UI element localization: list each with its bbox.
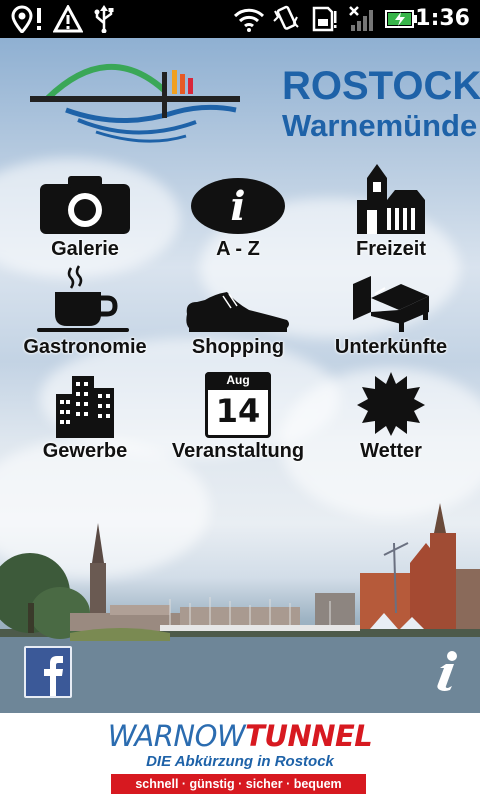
clock: 1:36 bbox=[415, 6, 470, 31]
svg-text:i: i bbox=[230, 183, 245, 230]
menu-item-unterkunfte[interactable]: Unterkünfte bbox=[316, 264, 466, 359]
sd-card-icon bbox=[309, 5, 339, 33]
rostock-skyline bbox=[0, 503, 480, 713]
facebook-icon bbox=[44, 656, 63, 696]
banner-slogan: schnell · günstig · sicher · bequem bbox=[111, 774, 366, 794]
menu-label: Unterkünfte bbox=[334, 336, 448, 358]
logo-title: ROSTOCK bbox=[282, 64, 480, 108]
vibrate-icon bbox=[270, 5, 302, 33]
menu-label: Veranstaltung bbox=[171, 440, 305, 462]
church-icon bbox=[357, 164, 425, 234]
camera-icon bbox=[40, 176, 130, 234]
buildings-icon bbox=[56, 376, 114, 438]
menu-item-a-z[interactable]: i A - Z bbox=[163, 172, 313, 261]
menu-item-shopping[interactable]: Shopping bbox=[163, 274, 313, 359]
calendar-month: Aug bbox=[226, 373, 250, 387]
menu-label: Gewerbe bbox=[42, 440, 128, 462]
info-button[interactable] bbox=[428, 650, 462, 692]
menu-label: Galerie bbox=[51, 238, 119, 260]
info-icon: i bbox=[191, 178, 285, 234]
banner-title-part1: WARNOW bbox=[107, 719, 246, 753]
rostock-logo: ROSTOCK Warnemünde bbox=[26, 50, 480, 150]
menu-label: Shopping bbox=[191, 336, 285, 358]
bed-icon bbox=[353, 276, 429, 332]
battery-charging-icon bbox=[383, 5, 419, 33]
banner-subtitle: DIE Abkürzung in Rostock bbox=[146, 753, 334, 770]
ad-banner[interactable]: WARNOWTUNNEL DIE Abkürzung in Rostock sc… bbox=[0, 713, 480, 800]
logo-graphic-icon bbox=[30, 63, 240, 143]
wifi-icon bbox=[232, 5, 266, 33]
menu-label: A - Z bbox=[216, 238, 260, 260]
menu-item-wetter[interactable]: Wetter bbox=[316, 370, 466, 463]
logo-subtitle: Warnemünde bbox=[282, 108, 478, 143]
info-icon bbox=[437, 651, 457, 691]
usb-icon bbox=[92, 5, 116, 33]
shoe-icon bbox=[186, 292, 289, 332]
menu-item-veranstaltung[interactable]: Aug 14 Veranstaltung bbox=[163, 370, 313, 463]
calendar-icon: Aug 14 bbox=[205, 372, 271, 438]
facebook-button[interactable] bbox=[24, 646, 72, 698]
main-screen: ROSTOCK Warnemünde Galerie i A - Z Freiz… bbox=[0, 38, 480, 713]
menu-item-galerie[interactable]: Galerie bbox=[10, 172, 160, 261]
menu-label: Freizeit bbox=[355, 238, 427, 260]
sun-icon bbox=[357, 372, 425, 436]
menu-label: Wetter bbox=[360, 440, 422, 462]
location-pin-icon bbox=[10, 5, 46, 33]
coffee-cup-icon bbox=[37, 265, 129, 332]
menu-item-gewerbe[interactable]: Gewerbe bbox=[10, 372, 160, 463]
banner-title-part2: TUNNEL bbox=[245, 719, 373, 753]
menu-item-gastronomie[interactable]: Gastronomie bbox=[10, 264, 160, 359]
warning-icon bbox=[52, 5, 84, 33]
no-signal-icon bbox=[346, 5, 378, 33]
status-bar: 1:36 bbox=[0, 0, 480, 38]
menu-label: Gastronomie bbox=[23, 336, 147, 358]
menu-item-freizeit[interactable]: Freizeit bbox=[316, 160, 466, 261]
calendar-day: 14 bbox=[215, 392, 261, 430]
banner-title: WARNOWTUNNEL bbox=[0, 719, 480, 753]
